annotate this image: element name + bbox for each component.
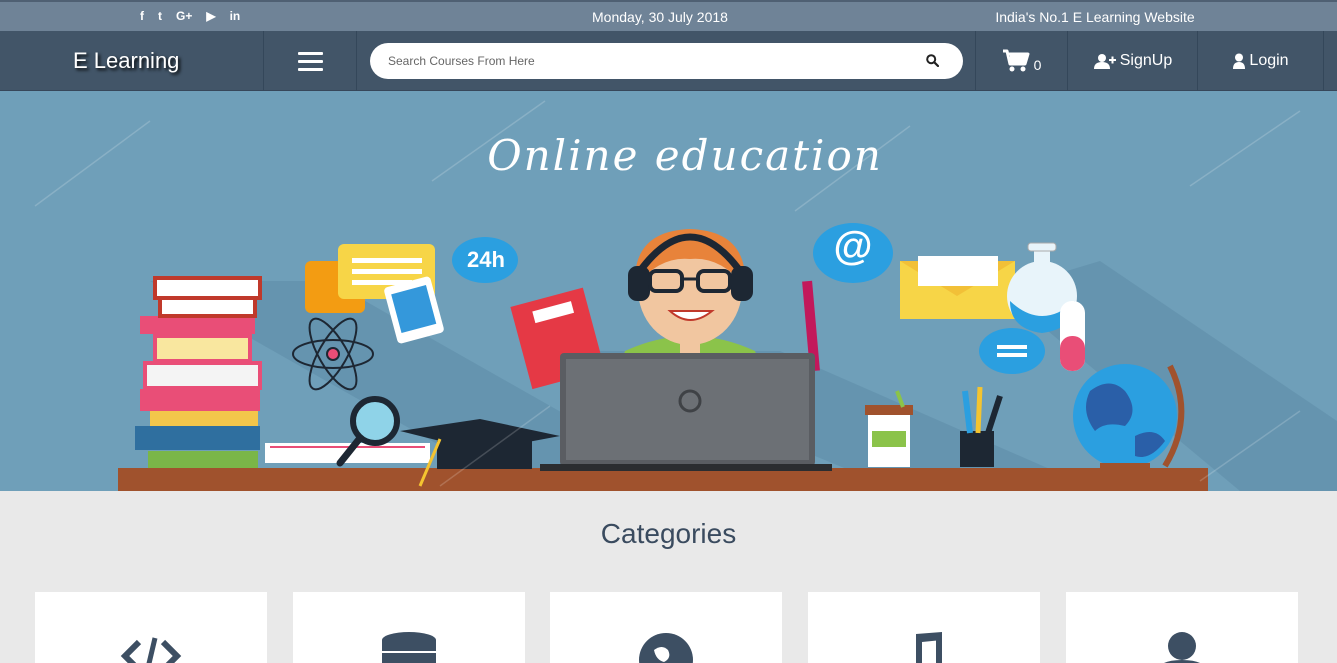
site-slogan: India's No.1 E Learning Website	[995, 9, 1195, 25]
shopping-cart-icon	[1002, 49, 1030, 72]
hero-title: Online education	[487, 131, 883, 180]
user-icon	[1164, 632, 1200, 663]
google-plus-icon[interactable]: G+	[176, 9, 192, 23]
database-icon	[382, 632, 436, 663]
menu-bar	[298, 59, 323, 63]
user-plus-icon	[1093, 54, 1116, 69]
main-navbar: E Learning 0 SignUp	[0, 31, 1337, 91]
24h-badge: 24h	[467, 247, 505, 272]
hero-banner: Online education 24h @	[0, 91, 1337, 491]
search-input[interactable]	[388, 51, 908, 71]
category-card[interactable]	[1066, 592, 1298, 663]
hamburger-menu-button[interactable]	[265, 31, 357, 91]
top-info-bar: f t G+ ▶ in Monday, 30 July 2018 India's…	[0, 0, 1337, 31]
twitter-icon[interactable]: t	[158, 9, 162, 23]
category-card[interactable]	[808, 592, 1040, 663]
signup-label: SignUp	[1119, 52, 1173, 69]
menu-bar	[298, 67, 323, 71]
facebook-icon[interactable]: f	[140, 9, 144, 23]
search-icon[interactable]	[926, 54, 939, 67]
at-symbol: @	[833, 224, 873, 268]
book-stack	[135, 276, 262, 468]
menu-bar	[298, 51, 323, 55]
brand-logo[interactable]: E Learning	[0, 31, 264, 91]
category-card[interactable]	[293, 592, 525, 663]
cart-button[interactable]: 0	[975, 31, 1068, 91]
categories-heading: Categories	[600, 518, 737, 549]
music-note-icon	[916, 632, 942, 663]
globe-icon	[639, 633, 693, 663]
category-card[interactable]	[550, 592, 782, 663]
login-label: Login	[1249, 52, 1289, 69]
signup-button[interactable]: SignUp	[1069, 31, 1198, 91]
category-card[interactable]	[35, 592, 267, 663]
linkedin-icon[interactable]: in	[230, 9, 241, 23]
cart-count: 0	[1033, 57, 1042, 73]
social-links: f t G+ ▶ in	[140, 9, 240, 23]
user-icon	[1233, 53, 1246, 69]
current-date: Monday, 30 July 2018	[592, 9, 728, 25]
search-box	[370, 43, 963, 79]
login-button[interactable]: Login	[1199, 31, 1324, 91]
youtube-icon[interactable]: ▶	[206, 9, 215, 23]
code-icon	[120, 637, 182, 663]
